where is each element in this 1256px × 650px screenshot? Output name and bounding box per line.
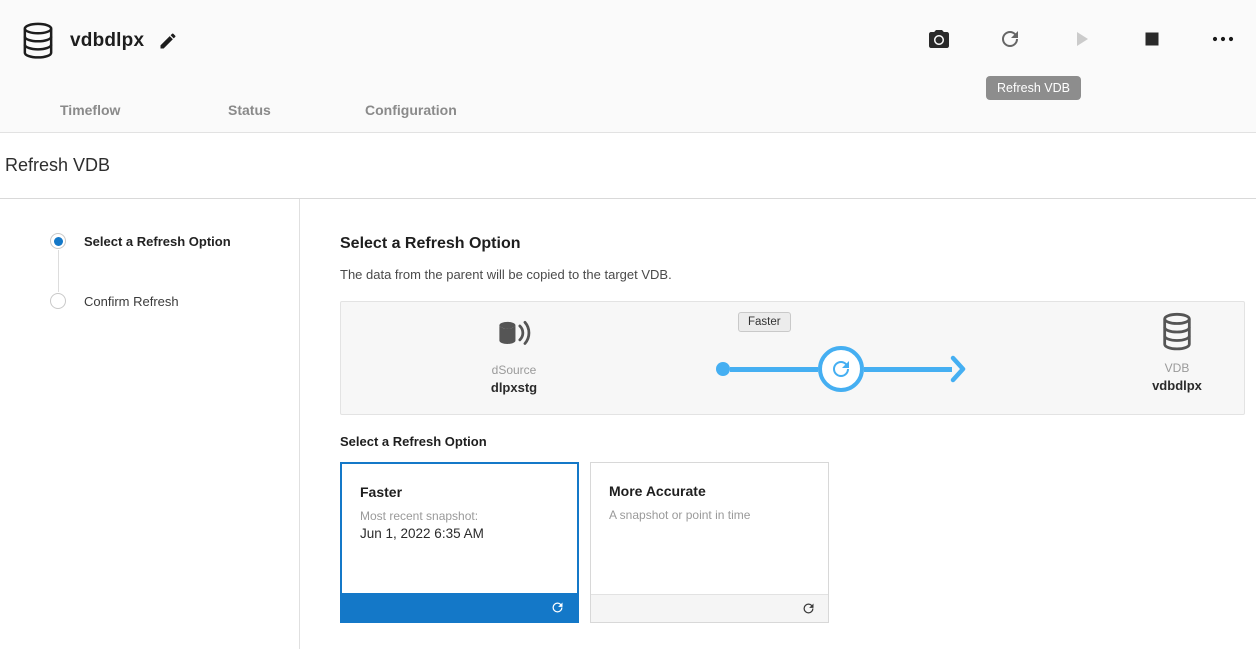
dsource-name: dlpxstg [459,380,569,395]
database-icon [20,22,56,60]
vdb-name: vdbdlpx [1122,378,1232,393]
option-subtitle: Most recent snapshot: [360,509,559,523]
option-title: More Accurate [609,483,810,499]
card-body: Faster Most recent snapshot: Jun 1, 2022… [342,464,577,593]
arrow-start-dot [716,362,730,376]
refresh-icon [829,357,853,381]
stop-vdb-button[interactable] [1139,26,1165,52]
refresh-vdb-button[interactable] [997,26,1023,52]
wizard-body: Select a Refresh Option Confirm Refresh … [0,199,1256,649]
arrow-refresh-circle [818,346,864,392]
start-vdb-button[interactable] [1068,26,1094,52]
option-footer [591,594,828,622]
refresh-icon [550,600,565,615]
ellipsis-icon [1211,27,1235,51]
refresh-flow-diagram: dSource dlpxstg Faster [340,301,1245,415]
arrow-line [864,367,952,372]
refresh-arrow [716,346,966,392]
page-title: Refresh VDB [5,155,110,176]
edit-pencil-icon[interactable] [158,31,178,51]
section-heading: Select a Refresh Option [340,235,1245,253]
dsource-icon [495,314,533,354]
step-confirm-refresh[interactable]: Confirm Refresh [50,293,299,309]
app-header: vdbdlpx [0,0,1256,133]
option-snapshot-date: Jun 1, 2022 6:35 AM [360,526,559,541]
more-actions-button[interactable] [1210,26,1236,52]
vdb-database-icon [1158,312,1196,352]
arrow-line [730,367,818,372]
tab-timeflow[interactable]: Timeflow [60,102,120,118]
step-active-indicator [50,233,66,249]
wizard-main-content: Select a Refresh Option The data from th… [300,199,1256,649]
snapshot-camera-button[interactable] [926,26,952,52]
section-description: The data from the parent will be copied … [340,267,1245,282]
vdb-type-label: VDB [1122,361,1232,375]
refresh-option-cards: Faster Most recent snapshot: Jun 1, 2022… [340,462,1245,623]
page-title-bar: Refresh VDB [0,133,1256,199]
vdb-node: VDB vdbdlpx [1122,312,1232,393]
tab-status[interactable]: Status [228,102,271,118]
option-footer-selected [342,593,577,621]
stop-icon [1140,27,1164,51]
step-select-refresh-option[interactable]: Select a Refresh Option [50,233,299,249]
option-card-more-accurate[interactable]: More Accurate A snapshot or point in tim… [590,462,829,623]
option-subtitle: A snapshot or point in time [609,508,810,522]
dsource-node: dSource dlpxstg [459,314,569,395]
wizard-stepper: Select a Refresh Option Confirm Refresh [0,199,300,649]
play-icon [1069,27,1093,51]
options-section-label: Select a Refresh Option [340,434,1245,449]
refresh-icon [998,27,1022,51]
vdb-name-title: vdbdlpx [70,30,144,52]
refresh-vdb-tooltip: Refresh VDB [986,76,1081,100]
arrow-head-icon [950,354,966,384]
option-card-faster[interactable]: Faster Most recent snapshot: Jun 1, 2022… [340,462,579,623]
vdb-action-toolbar [926,26,1236,52]
refresh-icon [801,601,816,616]
step-label: Confirm Refresh [84,294,179,309]
tab-configuration[interactable]: Configuration [365,102,457,118]
step-connector-line [58,250,59,292]
camera-icon [927,27,951,51]
step-label: Select a Refresh Option [84,234,231,249]
step-pending-indicator [50,293,66,309]
faster-badge: Faster [738,312,791,332]
card-body: More Accurate A snapshot or point in tim… [591,463,828,594]
option-title: Faster [360,484,559,500]
dsource-type-label: dSource [459,363,569,377]
tab-bar: Timeflow Status Configuration [0,102,1256,122]
